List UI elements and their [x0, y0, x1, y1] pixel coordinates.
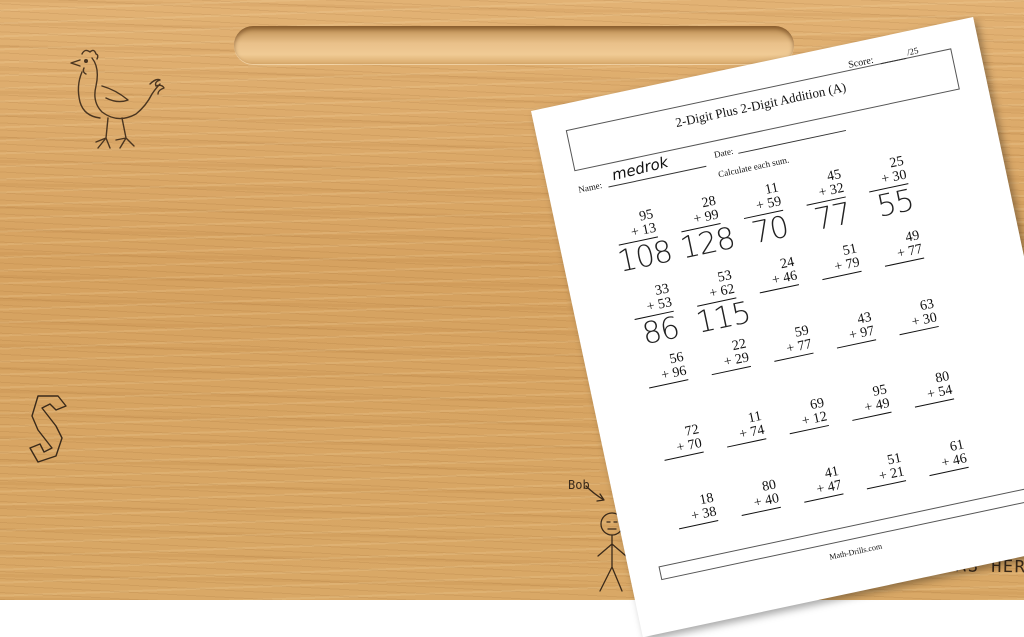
problem-item[interactable]: 80 + 40 [736, 477, 781, 517]
problem-item[interactable]: 51 + 21 [861, 451, 907, 490]
problem-item[interactable]: 53 + 62 115 [691, 268, 753, 341]
worksheet-instructions: Calculate each sum. [717, 154, 790, 180]
problem-item[interactable]: 18 + 38 [673, 491, 719, 530]
problem-item[interactable]: 22 + 29 [706, 337, 752, 376]
name-label: Name: [577, 179, 603, 195]
problem-item[interactable]: 11 + 59 70 [738, 180, 791, 252]
desk-surface: Bob MEDROK WAS HERE 2-Digit Plus 2-Digit… [0, 0, 1024, 637]
problem-item[interactable]: 56 + 96 [643, 350, 689, 389]
problem-item[interactable]: 61 + 46 [923, 437, 969, 477]
problem-item[interactable]: 51 + 79 [816, 241, 862, 281]
problem-item[interactable]: 28 + 99 128 [675, 194, 737, 267]
problem-item[interactable]: 45 + 32 77 [800, 167, 854, 239]
pencil-groove [234, 26, 794, 64]
problem-item[interactable]: 95 + 49 [846, 382, 892, 421]
problem-item[interactable]: 80 + 54 [909, 369, 955, 408]
date-label: Date: [713, 145, 735, 160]
problem-item[interactable]: 49 + 77 [879, 228, 925, 267]
problem-item[interactable]: 63 + 30 [893, 297, 939, 336]
date-line [738, 129, 847, 154]
chicken-doodle-icon [70, 49, 165, 149]
problem-item[interactable]: 24 + 46 [754, 255, 800, 294]
problem-item[interactable]: 43 + 97 [831, 310, 877, 349]
problem-item[interactable]: 69 + 12 [784, 396, 829, 435]
problem-item[interactable]: 33 + 53 86 [628, 281, 682, 353]
problem-item[interactable]: 11 + 74 [721, 409, 767, 448]
problem-item[interactable]: 41 + 47 [798, 464, 844, 503]
problem-item[interactable]: 59 + 77 [768, 323, 814, 362]
s-letter-doodle-icon [29, 395, 67, 463]
problem-item[interactable]: 25 + 30 55 [863, 154, 917, 226]
worksheet-title: 2-Digit Plus 2-Digit Addition (A) [674, 79, 848, 131]
problem-item[interactable]: 95 + 13 108 [613, 207, 675, 280]
problem-item[interactable]: 72 + 70 [658, 422, 704, 461]
